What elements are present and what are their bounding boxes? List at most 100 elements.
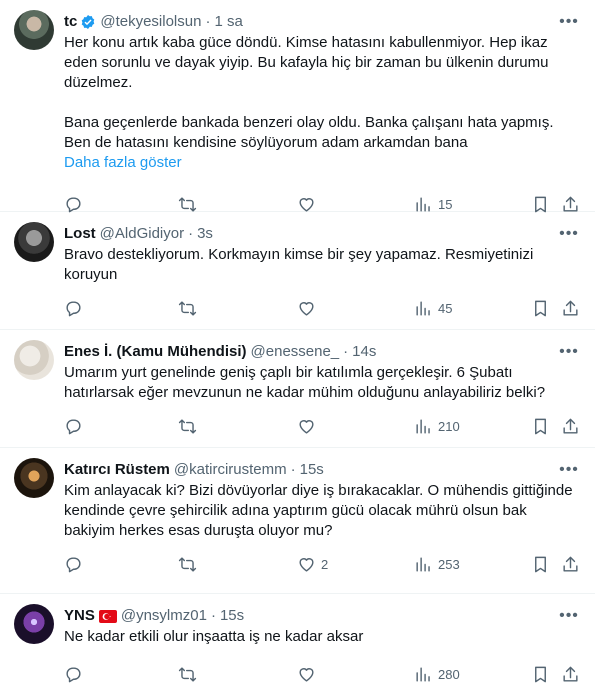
author-name[interactable]: YNS [64,606,95,626]
views-button[interactable]: 45 [414,289,452,327]
avatar[interactable] [14,222,54,262]
share-icon [563,556,578,572]
heart-icon [299,419,314,434]
more-icon[interactable]: ••• [559,12,579,32]
more-icon[interactable]: ••• [559,224,579,244]
separator-dot: · [343,343,349,360]
tweet-header: Katırcı Rüstem @katircirustemm · 15s [64,460,579,480]
tweet[interactable]: ••• Enes İ. (Kamu Mühendisi) @enessene_ … [0,330,595,448]
tweet-body: tc @tekyesilolsun · 1 sa Her konu artık … [64,12,579,223]
tweet-header: Lost @AldGidiyor · 3s [64,224,579,244]
tweet-body: Enes İ. (Kamu Mühendisi) @enessene_ · 14… [64,342,579,445]
action-bar: 280 [64,655,579,693]
retweet-icon [178,556,197,572]
bookmark-button[interactable] [531,545,550,583]
retweet-icon [178,300,197,316]
views-button[interactable]: 253 [414,545,460,583]
timestamp[interactable]: 3s [197,224,213,244]
avatar[interactable] [14,10,54,50]
heart-icon [299,557,314,572]
retweet-icon [178,666,197,682]
tweet-text: Bravo destekliyorum. Korkmayın kimse bir… [64,246,538,283]
tweet-header: YNS @ynsylmz01 · 15s [64,606,579,626]
avatar[interactable] [14,604,54,644]
bookmark-button[interactable] [531,407,550,445]
retweet-button[interactable] [178,289,197,327]
reply-icon [66,556,81,572]
views-icon [416,300,430,316]
reply-button[interactable] [64,289,83,327]
retweet-button[interactable] [178,545,197,583]
share-button[interactable] [561,407,580,445]
author-handle[interactable]: @katircirustemm [174,460,287,480]
like-button[interactable]: 2 [297,545,328,583]
bookmark-button[interactable] [531,655,550,693]
views-button[interactable]: 280 [414,655,460,693]
more-icon[interactable]: ••• [559,606,579,626]
reply-icon [66,300,81,316]
tweet[interactable]: ••• tc @tekyesilolsun · 1 sa Her konu ar… [0,0,595,212]
share-icon [563,666,578,682]
views-count: 15 [438,196,453,212]
show-more-link[interactable]: Daha fazla göster [64,153,579,173]
separator-dot: · [205,13,211,30]
bookmark-icon [535,196,546,212]
share-icon [563,300,578,316]
tweet[interactable]: ••• YNS @ynsylmz01 · 15s Ne kadar etkili… [0,594,595,698]
more-icon[interactable]: ••• [559,460,579,480]
share-button[interactable] [561,289,580,327]
timestamp[interactable]: 15s [220,606,244,626]
author-name[interactable]: Katırcı Rüstem [64,460,170,480]
retweet-button[interactable] [178,407,197,445]
reply-button[interactable] [64,545,83,583]
tweet-text: Kim anlayacak ki? Bizi dövüyorlar diye i… [64,482,577,539]
reply-button[interactable] [64,655,83,693]
author-name[interactable]: tc [64,12,77,32]
reply-button[interactable] [64,407,83,445]
more-icon[interactable]: ••• [559,342,579,362]
heart-icon [299,667,314,682]
views-count: 280 [438,666,460,682]
reply-icon [66,418,81,434]
tweet[interactable]: ••• Katırcı Rüstem @katircirustemm · 15s… [0,448,595,594]
like-count: 2 [321,556,329,572]
bookmark-icon [535,556,546,572]
heart-icon [299,197,314,212]
timestamp[interactable]: 15s [300,460,324,480]
timestamp[interactable]: 1 sa [214,12,242,32]
avatar[interactable] [14,458,54,498]
author-name[interactable]: Lost [64,224,96,244]
tweet[interactable]: ••• Lost @AldGidiyor · 3s Bravo destekli… [0,212,595,330]
retweet-icon [178,418,197,434]
reply-icon [66,196,81,212]
timestamp[interactable]: 14s [352,342,376,362]
views-count: 210 [438,418,460,434]
retweet-icon [178,196,197,212]
views-count: 45 [438,300,453,316]
views-icon [416,666,430,682]
author-handle[interactable]: @ynsylmz01 [121,606,207,626]
tweet-text: Her konu artık kaba güce döndü. Kimse ha… [64,34,554,151]
separator-dot: · [188,225,194,242]
retweet-button[interactable] [178,655,197,693]
like-button[interactable] [297,289,316,327]
share-button[interactable] [561,545,580,583]
avatar[interactable] [14,340,54,380]
tweet-body: Katırcı Rüstem @katircirustemm · 15s Kim… [64,460,579,583]
action-bar: 2 253 [64,545,579,583]
share-button[interactable] [561,655,580,693]
separator-dot: · [290,461,296,478]
share-icon [563,196,578,212]
like-button[interactable] [297,655,316,693]
bookmark-icon [535,666,546,682]
views-button[interactable]: 210 [414,407,460,445]
author-name[interactable]: Enes İ. (Kamu Mühendisi) [64,342,247,362]
views-icon [416,418,430,434]
bookmark-button[interactable] [531,289,550,327]
author-handle[interactable]: @AldGidiyor [100,224,184,244]
like-button[interactable] [297,407,316,445]
author-handle[interactable]: @enessene_ [251,342,340,362]
separator-dot: · [210,607,216,624]
bookmark-icon [535,418,546,434]
author-handle[interactable]: @tekyesilolsun [100,12,201,32]
